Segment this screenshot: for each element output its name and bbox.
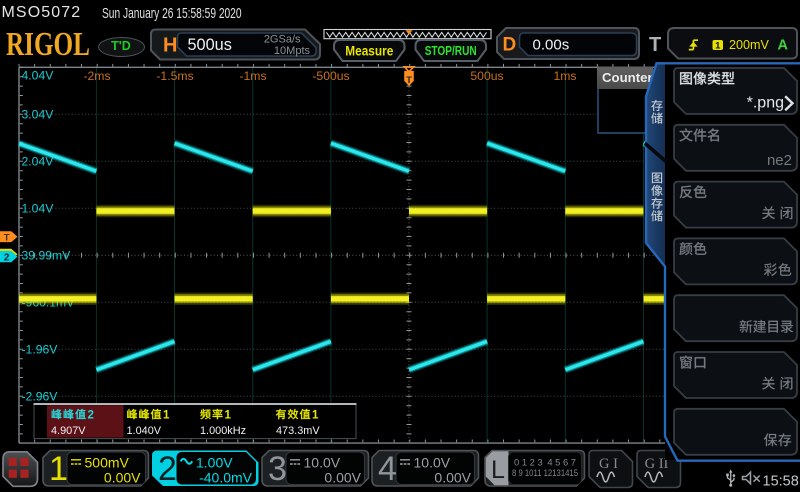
svg-text:15:58: 15:58 xyxy=(763,474,799,490)
svg-text:1: 1 xyxy=(49,450,68,488)
svg-text:500mV: 500mV xyxy=(85,454,130,470)
svg-text:L: L xyxy=(491,456,505,484)
svg-text:0.00V: 0.00V xyxy=(324,470,361,486)
svg-text:1.00V: 1.00V xyxy=(196,454,233,470)
svg-text:0.00V: 0.00V xyxy=(104,470,141,486)
svg-text:-40.0mV: -40.0mV xyxy=(199,470,253,486)
svg-text:0.00V: 0.00V xyxy=(434,470,471,486)
svg-text:*.png: *.png xyxy=(747,95,784,112)
svg-text:4: 4 xyxy=(378,450,397,488)
svg-text:10.0V: 10.0V xyxy=(304,454,341,470)
svg-text:10.0V: 10.0V xyxy=(414,454,451,470)
svg-text:8 9 1011 12131415: 8 9 1011 12131415 xyxy=(512,468,578,478)
svg-text:3: 3 xyxy=(268,450,287,488)
svg-text:ne2: ne2 xyxy=(767,152,792,169)
svg-text:G I: G I xyxy=(599,456,618,472)
svg-text:2: 2 xyxy=(158,450,177,488)
svg-text:0 1 2 3 4 5 6 7: 0 1 2 3 4 5 6 7 xyxy=(514,457,576,467)
